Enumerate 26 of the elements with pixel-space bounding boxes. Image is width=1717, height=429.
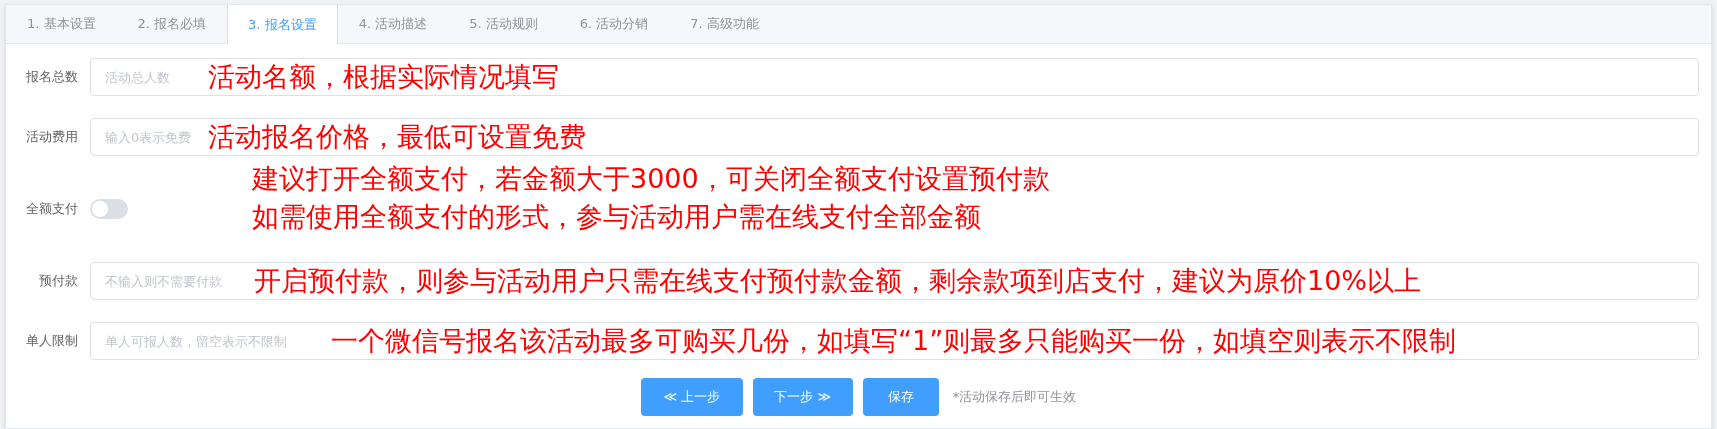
annotation-text: 如需使用全额支付的形式，参与活动用户需在线支付全部金额 — [252, 202, 982, 232]
annotation-text: 建议打开全额支付，若金额大于3000，可关闭全额支付设置预付款 — [252, 164, 1050, 194]
annotation-text: 一个微信号报名该活动最多可购买几份，如填写“1”则最多只能购买一份，如填空则表示不限制 — [331, 326, 1457, 356]
input-field[interactable]: 单人可报人数，留空表示不限制 — [91, 324, 331, 358]
hint-text: *活动保存后即可生效 — [952, 388, 1077, 406]
input-field[interactable]: 活动总人数 — [91, 60, 208, 94]
tab[interactable]: 7. 高级功能 — [669, 5, 780, 43]
field-label: 单人限制 — [25, 332, 79, 350]
tab[interactable]: 6. 活动分销 — [558, 5, 670, 43]
toggle-switch[interactable] — [90, 199, 128, 219]
annotation-text: 活动报名价格，最低可设置免费 — [208, 122, 586, 152]
previous-button[interactable]: ≪ 上一步 — [640, 378, 743, 416]
next-button[interactable]: 下一步 ≫ — [752, 378, 853, 416]
input-field[interactable]: 输入0表示免费 — [91, 120, 208, 154]
tab[interactable]: 4. 活动描述 — [337, 5, 449, 43]
annotation-text: 开启预付款，则参与活动用户只需在线支付预付款金额，剩余款项到店支付，建议为原价10%以上 — [254, 266, 1421, 296]
tab[interactable]: 3. 报名设置 — [227, 5, 338, 44]
field-label: 预付款 — [38, 272, 79, 290]
annotation-text: 活动名额，根据实际情况填写 — [208, 62, 559, 92]
save-button[interactable]: 保存 — [862, 378, 939, 416]
tab[interactable]: 2. 报名必填 — [116, 5, 228, 43]
field-label: 全额支付 — [25, 200, 79, 218]
field-label: 报名总数 — [25, 68, 79, 86]
tab[interactable]: 1. 基本设置 — [6, 5, 117, 43]
tab[interactable]: 5. 活动规则 — [448, 5, 559, 43]
field-label: 活动费用 — [25, 128, 79, 146]
